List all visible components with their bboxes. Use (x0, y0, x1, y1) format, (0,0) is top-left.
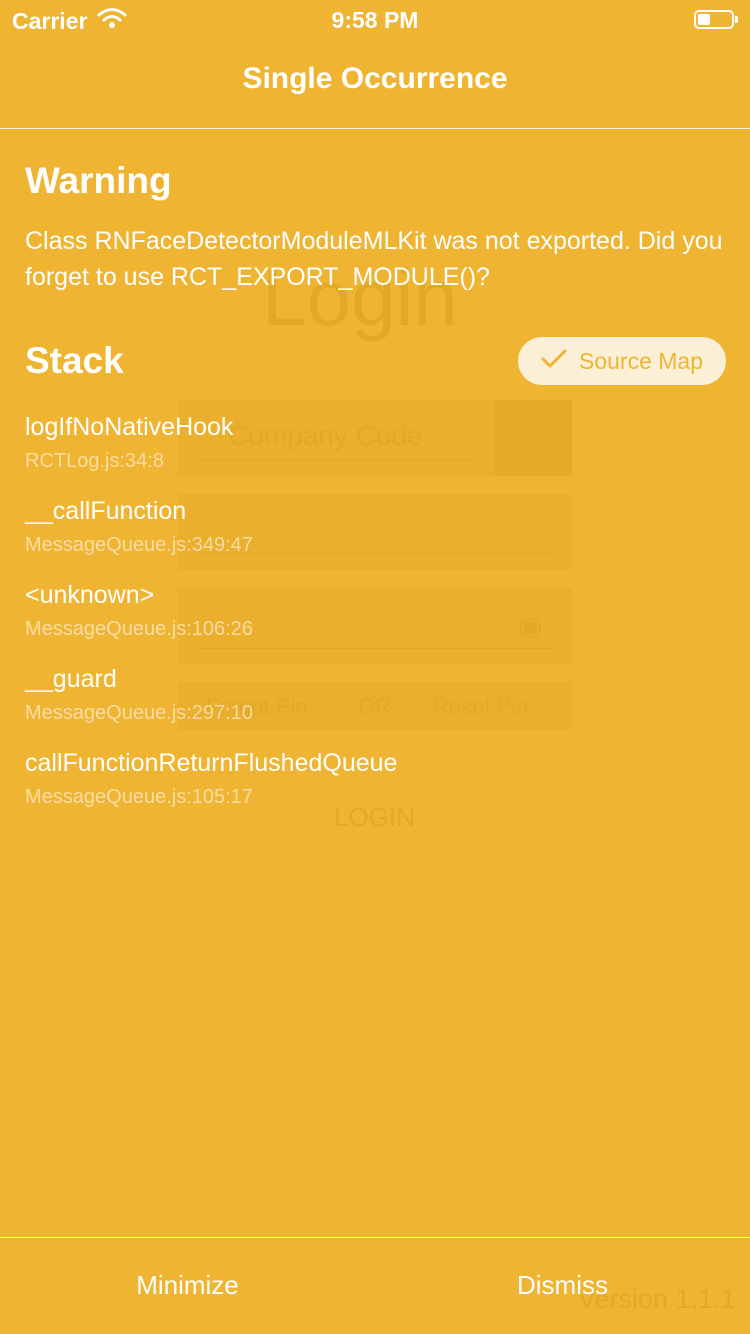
stack-trace-list: logIfNoNativeHook RCTLog.js:34:8 __callF… (25, 410, 725, 830)
bottom-action-bar: Minimize Dismiss (0, 1237, 750, 1334)
warning-title: Warning (25, 160, 172, 201)
frame-location: RCTLog.js:34:8 (25, 450, 164, 472)
frame-location: MessageQueue.js:349:47 (25, 534, 253, 556)
frame-method: logIfNoNativeHook (25, 413, 234, 441)
frame-method: __guard (25, 665, 117, 693)
header-divider (0, 128, 750, 129)
frame-method: callFunctionReturnFlushedQueue (25, 749, 398, 777)
stack-frame[interactable]: __guard MessageQueue.js:297:10 (25, 662, 725, 746)
dismiss-button[interactable]: Dismiss (375, 1237, 750, 1334)
stack-frame[interactable]: __callFunction MessageQueue.js:349:47 (25, 494, 725, 578)
page-title: Single Occurrence (242, 62, 508, 95)
stack-frame[interactable]: logIfNoNativeHook RCTLog.js:34:8 (25, 410, 725, 494)
battery-icon (694, 10, 738, 29)
warning-message: Class RNFaceDetectorModuleMLKit was not … (25, 227, 723, 291)
checkmark-icon (541, 348, 567, 375)
status-time: 9:58 PM (331, 7, 419, 33)
frame-method: __callFunction (25, 497, 187, 525)
stack-frame[interactable]: callFunctionReturnFlushedQueue MessageQu… (25, 746, 725, 830)
source-map-label: Source Map (578, 347, 703, 374)
frame-location: MessageQueue.js:297:10 (25, 702, 253, 724)
source-map-toggle[interactable]: Source Map (518, 337, 726, 385)
stack-frame[interactable]: <unknown> MessageQueue.js:106:26 (25, 578, 725, 662)
frame-method: <unknown> (25, 581, 155, 609)
minimize-button[interactable]: Minimize (0, 1237, 375, 1334)
status-bar: Carrier 9:58 PM (0, 0, 750, 40)
frame-location: MessageQueue.js:105:17 (25, 786, 253, 808)
frame-location: MessageQueue.js:106:26 (25, 618, 253, 640)
stack-title: Stack (25, 340, 124, 381)
